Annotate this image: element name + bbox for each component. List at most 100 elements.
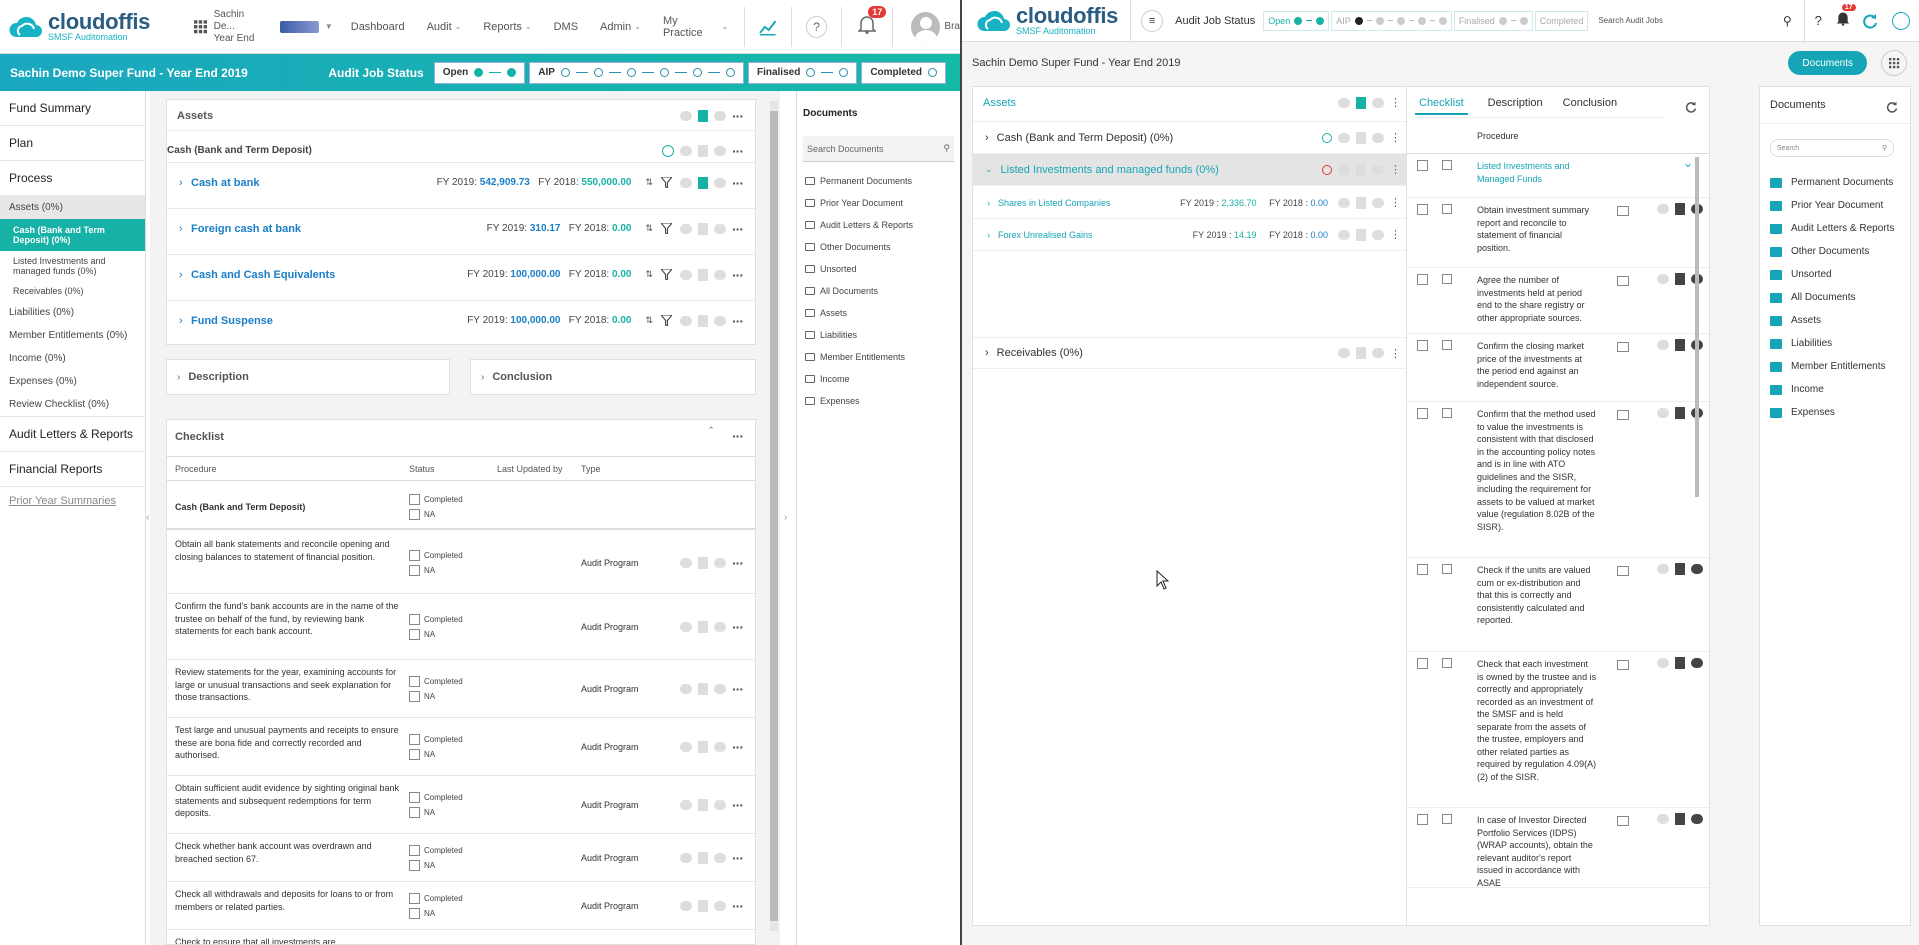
completed-checkbox[interactable]	[409, 734, 420, 746]
fund-switcher[interactable]: Sachin De... Year End ▼	[194, 9, 333, 45]
bookmark-icon[interactable]	[698, 851, 708, 864]
chat-icon[interactable]	[714, 683, 726, 694]
chat-icon[interactable]	[1372, 164, 1384, 175]
document-folder[interactable]: Expenses	[797, 390, 960, 412]
more-icon[interactable]: ···	[732, 108, 744, 124]
comment-icon[interactable]	[1657, 407, 1669, 418]
chat-icon[interactable]	[714, 900, 726, 911]
documents-search[interactable]: Search Documents ⚲	[803, 136, 954, 162]
chevron-down-icon[interactable]: ⌄	[1683, 156, 1693, 170]
bookmark-icon[interactable]	[1356, 163, 1366, 176]
na-checkbox[interactable]	[409, 807, 420, 819]
comment-icon[interactable]	[680, 269, 692, 280]
select-checkbox[interactable]	[1417, 204, 1428, 215]
avatar[interactable]	[911, 11, 941, 42]
na-checkbox[interactable]	[409, 691, 420, 703]
bookmark-icon[interactable]	[698, 314, 708, 327]
filter-icon[interactable]	[661, 269, 672, 280]
nav-audit[interactable]: Audit ⌄	[427, 21, 462, 33]
status-finalised[interactable]: Finalised	[1453, 10, 1533, 31]
sidebar-item-cash[interactable]: Cash (Bank and Term Deposit) (0%)	[0, 219, 145, 251]
completed-checkbox[interactable]	[409, 893, 420, 905]
bookmark-icon[interactable]	[698, 740, 708, 753]
chat-icon[interactable]	[1372, 132, 1384, 143]
sort-icon[interactable]: ⇅	[645, 315, 653, 326]
sidebar-item-process[interactable]: Process	[0, 161, 145, 196]
chat-icon[interactable]	[714, 111, 726, 121]
completed-checkbox[interactable]	[409, 845, 420, 857]
bookmark-icon[interactable]	[698, 268, 708, 281]
sidebar-item-expenses[interactable]: Expenses (0%)	[0, 370, 145, 393]
account-row[interactable]: › Cash at bank FY 2019: 542,909.73 FY 20…	[167, 162, 755, 202]
bookmark-icon[interactable]	[698, 798, 708, 811]
main-scrollbar[interactable]	[770, 101, 778, 931]
group-listed-investments[interactable]: ⌄ Listed Investments and managed funds (…	[973, 154, 1411, 186]
refresh-icon[interactable]	[1685, 101, 1697, 113]
select-checkbox[interactable]	[1417, 814, 1428, 825]
nav-my-practice[interactable]: My Practice ⌄	[663, 15, 728, 39]
sidebar-item-liabilities[interactable]: Liabilities (0%)	[0, 301, 145, 324]
chat-icon[interactable]	[714, 146, 726, 156]
nav-dms[interactable]: DMS	[554, 21, 578, 33]
comment-icon[interactable]	[680, 683, 692, 694]
select-checkbox[interactable]	[1417, 658, 1428, 669]
bookmark-icon[interactable]	[698, 176, 708, 189]
comment-icon[interactable]	[1657, 273, 1669, 284]
bookmark-icon[interactable]	[698, 682, 708, 695]
filter-icon[interactable]	[661, 177, 672, 188]
right-logo[interactable]: cloudoffis SMSF Auditomation	[976, 4, 1118, 37]
chat-icon[interactable]	[714, 799, 726, 810]
status-open[interactable]: Open	[1263, 10, 1330, 31]
bookmark-icon[interactable]	[1675, 656, 1685, 669]
comment-icon[interactable]	[1657, 339, 1669, 350]
kebab-icon[interactable]: ⋮	[1390, 96, 1401, 109]
attachment-icon[interactable]	[1617, 410, 1629, 420]
bookmark-icon[interactable]	[698, 556, 708, 569]
account-row[interactable]: › Cash and Cash Equivalents FY 2019: 100…	[167, 254, 755, 294]
sidebar-item-listed-investments[interactable]: Listed Investments and managed funds (0%…	[0, 251, 145, 281]
chat-icon[interactable]	[714, 621, 726, 632]
documents-button[interactable]: Documents	[1788, 51, 1867, 75]
chat-icon[interactable]	[714, 269, 726, 280]
bookmark-icon[interactable]	[698, 110, 708, 122]
comment-icon[interactable]	[680, 741, 692, 752]
collapse-handle-right[interactable]: ›	[784, 512, 787, 523]
kebab-icon[interactable]: ⋮	[1390, 163, 1401, 176]
na-checkbox[interactable]	[409, 749, 420, 761]
completed-checkbox[interactable]	[409, 494, 420, 506]
documents-search[interactable]: Search ⚲	[1770, 139, 1894, 157]
search-icon[interactable]: ⚲	[1783, 14, 1792, 28]
more-icon[interactable]: ···	[732, 619, 744, 635]
status-completed[interactable]: Completed	[861, 61, 946, 84]
chat-icon[interactable]	[714, 557, 726, 568]
chat-icon[interactable]	[1372, 97, 1384, 108]
collapse-icon[interactable]: ˆ	[709, 426, 713, 438]
comment-icon[interactable]	[1338, 97, 1350, 108]
clock-icon[interactable]	[1322, 132, 1332, 143]
document-folder[interactable]: Member Entitlements	[1760, 355, 1910, 378]
more-icon[interactable]: ···	[732, 850, 744, 866]
more-icon[interactable]: ···	[732, 175, 744, 191]
help-button[interactable]: ?	[805, 15, 828, 38]
document-folder[interactable]: Assets	[1760, 309, 1910, 332]
attachment-icon[interactable]	[1617, 816, 1629, 826]
apps-button[interactable]	[1881, 50, 1907, 76]
completed-checkbox[interactable]	[409, 614, 420, 626]
kebab-icon[interactable]: ⋮	[1390, 131, 1401, 144]
sidebar-item-financial-reports[interactable]: Financial Reports	[0, 452, 145, 487]
chat-icon[interactable]	[714, 223, 726, 234]
completed-checkbox[interactable]	[409, 676, 420, 688]
filter-icon[interactable]	[661, 315, 672, 326]
bookmark-icon[interactable]	[1675, 272, 1685, 285]
bookmark-icon[interactable]	[1675, 406, 1685, 419]
comment-icon[interactable]	[680, 900, 692, 911]
comment-icon[interactable]	[680, 557, 692, 568]
sidebar-item-fund-summary[interactable]: Fund Summary	[0, 91, 145, 126]
nav-admin[interactable]: Admin ⌄	[600, 21, 641, 33]
document-folder[interactable]: Liabilities	[797, 324, 960, 346]
attachment-icon[interactable]	[1617, 206, 1629, 216]
more-icon[interactable]: ···	[732, 267, 744, 283]
comment-icon[interactable]	[680, 177, 692, 188]
chat-icon[interactable]	[1372, 197, 1384, 208]
chat-icon[interactable]	[714, 741, 726, 752]
